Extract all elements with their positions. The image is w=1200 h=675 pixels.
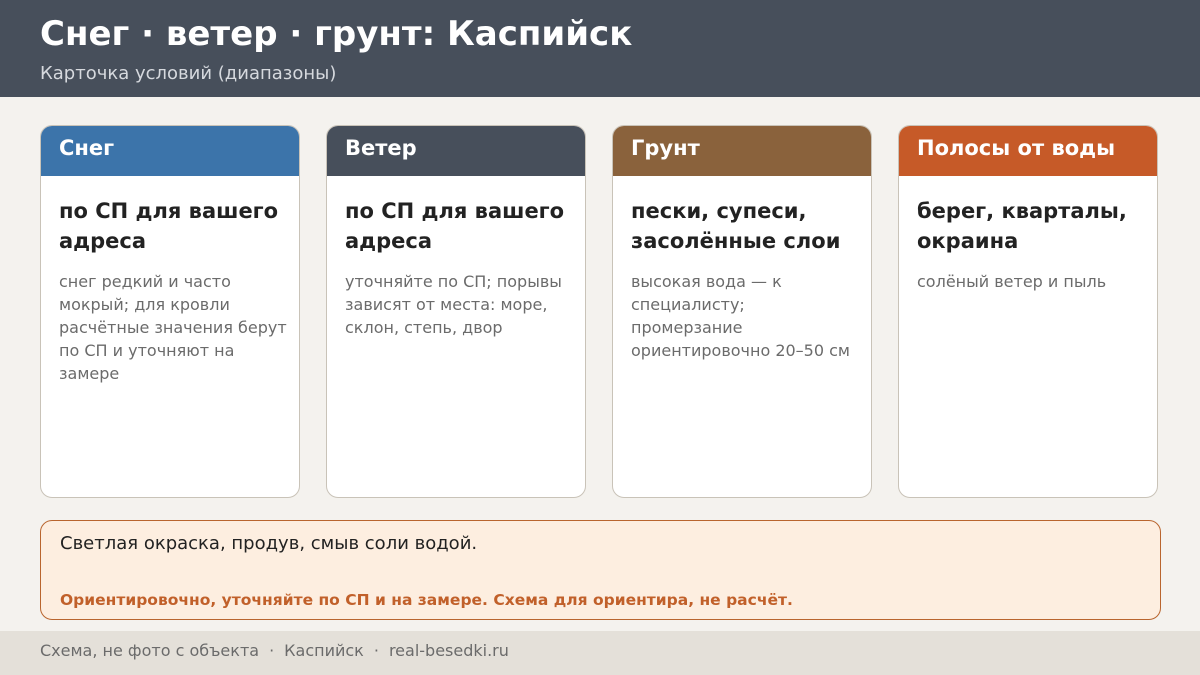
card-title: по СП для вашего адреса	[345, 199, 565, 253]
footer-separator: ·	[373, 641, 379, 660]
card-title: пески, супеси, засолённые слои	[631, 199, 841, 253]
card-heading: Полосы от воды	[899, 126, 1157, 176]
disclaimer-text: Ориентировочно, уточняйте по СП и на зам…	[60, 591, 793, 609]
footer-city: Каспийск	[284, 641, 364, 660]
page-title: Снег · ветер · грунт: Каспийск	[40, 14, 633, 54]
note-text: Светлая окраска, продув, смыв соли водой…	[60, 533, 478, 554]
card-text: уточняйте по СП; порывы зависят от места…	[345, 272, 562, 337]
footer-site-link[interactable]: real-besedki.ru	[389, 641, 509, 660]
card-heading: Снег	[41, 126, 299, 176]
header-banner: Снег · ветер · грунт: Каспийск Карточка …	[0, 0, 1200, 97]
recommendation-note: Светлая окраска, продув, смыв соли водой…	[40, 520, 1161, 620]
card-heading: Грунт	[613, 126, 871, 176]
footer-separator: ·	[269, 641, 275, 660]
card-title: по СП для вашего адреса	[59, 199, 279, 253]
card-snow: Снег по СП для вашего адреса снег редкий…	[40, 125, 300, 498]
card-soil: Грунт пески, супеси, засолённые слои выс…	[612, 125, 872, 498]
card-heading: Ветер	[327, 126, 585, 176]
footer-line: Схема, не фото с объекта · Каспийск · real-b…	[40, 641, 509, 660]
card-text: солёный ветер и пыль	[917, 272, 1107, 291]
card-wind: Ветер по СП для вашего адреса уточняйте …	[326, 125, 586, 498]
card-title: берег, кварталы, окраина	[917, 199, 1127, 253]
page-subtitle: Карточка условий (диапазоны)	[40, 63, 337, 84]
card-text: высокая вода — к специалисту; промерзани…	[631, 272, 850, 360]
card-water-zones: Полосы от воды берег, кварталы, окраина …	[898, 125, 1158, 498]
footer: Схема, не фото с объекта · Каспийск · real-b…	[0, 631, 1200, 675]
footer-caption: Схема, не фото с объекта	[40, 641, 260, 660]
card-text: снег редкий и часто мокрый; для кровли р…	[59, 272, 287, 383]
